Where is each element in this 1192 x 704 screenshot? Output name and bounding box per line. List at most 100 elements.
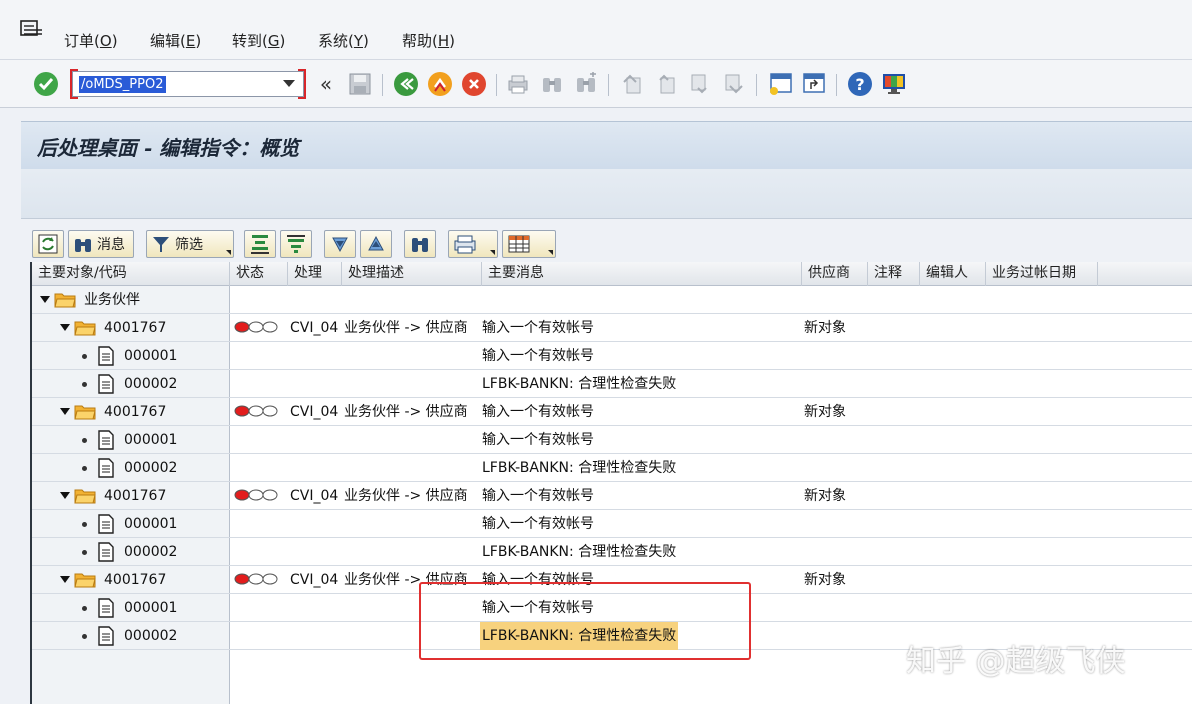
main-message: 输入一个有效帐号 (482, 404, 594, 420)
process-description: 业务伙伴 -> 供应商 (344, 404, 468, 420)
chevron-down-icon[interactable] (283, 80, 295, 87)
column-header-editor[interactable]: 编辑人 (920, 262, 986, 286)
vendor-status: 新对象 (804, 320, 846, 336)
customize-layout-button[interactable] (880, 70, 908, 98)
tree-leaf-bullet (82, 522, 87, 527)
table-row[interactable]: 000001 输入一个有效帐号 (32, 426, 1192, 454)
table-row[interactable]: 4001767 CVI_04 业务伙伴 -> 供应商 输入一个有效帐号 新对象 (32, 314, 1192, 342)
column-header-main-message[interactable]: 主要消息 (482, 262, 802, 286)
back-button[interactable] (392, 70, 420, 98)
vendor-status: 新对象 (804, 404, 846, 420)
order-id: 4001767 (104, 488, 167, 504)
find-button[interactable] (538, 70, 566, 98)
save-button[interactable] (346, 70, 374, 98)
filter-button[interactable]: 筛选 (146, 230, 234, 258)
last-page-button[interactable] (720, 70, 748, 98)
expand-toggle-icon[interactable] (60, 492, 70, 499)
table-row[interactable]: 000001 输入一个有效帐号 (32, 510, 1192, 538)
layout-button[interactable] (502, 230, 556, 258)
grid-header: 主要对象/代码 状态 处理 处理描述 主要消息 供应商 注释 编辑人 业务过帐日… (32, 262, 1192, 286)
column-header-vendor[interactable]: 供应商 (802, 262, 868, 286)
document-icon (98, 598, 114, 618)
chevron-down-icon[interactable] (490, 250, 495, 255)
tree-leaf-bullet (82, 354, 87, 359)
exit-button[interactable] (426, 70, 454, 98)
traffic-light-red-icon (234, 321, 278, 333)
refresh-button[interactable] (32, 230, 64, 258)
page-title: 后处理桌面 - 编辑指令：概览 (37, 136, 300, 160)
exit-icon (428, 72, 452, 96)
alv-toolbar: 消息 筛选 (30, 226, 1192, 262)
expand-toggle-icon[interactable] (60, 576, 70, 583)
order-id: 4001767 (104, 404, 167, 420)
previous-page-button[interactable] (652, 70, 680, 98)
table-row[interactable]: 4001767 CVI_04 业务伙伴 -> 供应商 输入一个有效帐号 新对象 (32, 482, 1192, 510)
document-icon (98, 346, 114, 366)
menu-item-goto[interactable]: 转到(G) (232, 30, 285, 51)
new-session-button[interactable] (766, 70, 794, 98)
sort-ascending-button[interactable] (360, 230, 392, 258)
message-text: LFBK-BANKN: 合理性检查失败 (482, 376, 677, 392)
expand-toggle-icon[interactable] (40, 296, 50, 303)
table-row[interactable]: 000002 LFBK-BANKN: 合理性检查失败 (32, 370, 1192, 398)
folder-open-icon (74, 321, 96, 336)
expand-all-button[interactable] (244, 230, 276, 258)
tree-root-row[interactable]: 业务伙伴 (32, 286, 1192, 314)
app-menu-icon[interactable] (20, 20, 44, 40)
collapse-all-button[interactable] (280, 230, 312, 258)
expand-toggle-icon[interactable] (60, 324, 70, 331)
enter-button[interactable] (32, 70, 60, 98)
menu-item-help[interactable]: 帮助(H) (402, 30, 455, 51)
table-row[interactable]: 000001 输入一个有效帐号 (32, 342, 1192, 370)
binoculars-icon (412, 238, 428, 252)
column-header-process-desc[interactable]: 处理描述 (342, 262, 482, 286)
column-header-status[interactable]: 状态 (230, 262, 288, 286)
messages-button[interactable]: 消息 (68, 230, 134, 258)
find-next-button[interactable] (572, 70, 600, 98)
process-description: 业务伙伴 -> 供应商 (344, 320, 468, 336)
table-row[interactable]: 000002 LFBK-BANKN: 合理性检查失败 (32, 538, 1192, 566)
tree-leaf-bullet (82, 634, 87, 639)
monitor-icon (883, 74, 905, 94)
find-grid-button[interactable] (404, 230, 436, 258)
command-field[interactable]: /oMDS_PPO2 (70, 69, 306, 99)
menu-item-order[interactable]: 订单(O) (64, 30, 118, 51)
message-text: LFBK-BANKN: 合理性检查失败 (482, 460, 677, 476)
print-view-button[interactable] (448, 230, 498, 258)
cancel-button[interactable] (460, 70, 488, 98)
document-icon (98, 514, 114, 534)
binoculars-icon (75, 239, 91, 252)
column-header-main-object[interactable]: 主要对象/代码 (32, 262, 230, 286)
menu-item-edit[interactable]: 编辑(E) (150, 30, 201, 51)
collapse-command-button[interactable]: « (312, 70, 340, 98)
process-description: 业务伙伴 -> 供应商 (344, 488, 468, 504)
help-button[interactable]: ? (846, 70, 874, 98)
sort-descending-icon (332, 237, 348, 253)
table-row[interactable]: 000002 LFBK-BANKN: 合理性检查失败 (32, 454, 1192, 482)
first-page-button[interactable] (618, 70, 646, 98)
menu-bar: 订单(O) 编辑(E) 转到(G) 系统(Y) 帮助(H) (0, 0, 1192, 60)
table-row[interactable]: 4001767 CVI_04 业务伙伴 -> 供应商 输入一个有效帐号 新对象 (32, 398, 1192, 426)
print-button[interactable] (504, 70, 532, 98)
refresh-icon (38, 234, 58, 254)
menu-item-system[interactable]: 系统(Y) (318, 30, 369, 51)
messages-button-label: 消息 (97, 237, 125, 253)
sort-descending-button[interactable] (324, 230, 356, 258)
column-header-process[interactable]: 处理 (288, 262, 342, 286)
folder-open-icon (54, 293, 76, 308)
column-header-post-date[interactable]: 业务过帐日期 (986, 262, 1098, 286)
shortcut-button[interactable] (800, 70, 828, 98)
layout-grid-icon (508, 235, 530, 253)
tree-leaf-bullet (82, 550, 87, 555)
column-header-note[interactable]: 注释 (868, 262, 920, 286)
folder-open-icon (74, 405, 96, 420)
tree-leaf-bullet (82, 606, 87, 611)
main-message: 输入一个有效帐号 (482, 488, 594, 504)
chevron-down-icon[interactable] (548, 250, 553, 255)
sort-ascending-icon (368, 235, 384, 251)
standard-toolbar: /oMDS_PPO2 « ? (0, 60, 1192, 108)
chevron-down-icon[interactable] (226, 250, 231, 255)
next-page-button[interactable] (686, 70, 714, 98)
expand-toggle-icon[interactable] (60, 408, 70, 415)
back-icon (394, 72, 418, 96)
